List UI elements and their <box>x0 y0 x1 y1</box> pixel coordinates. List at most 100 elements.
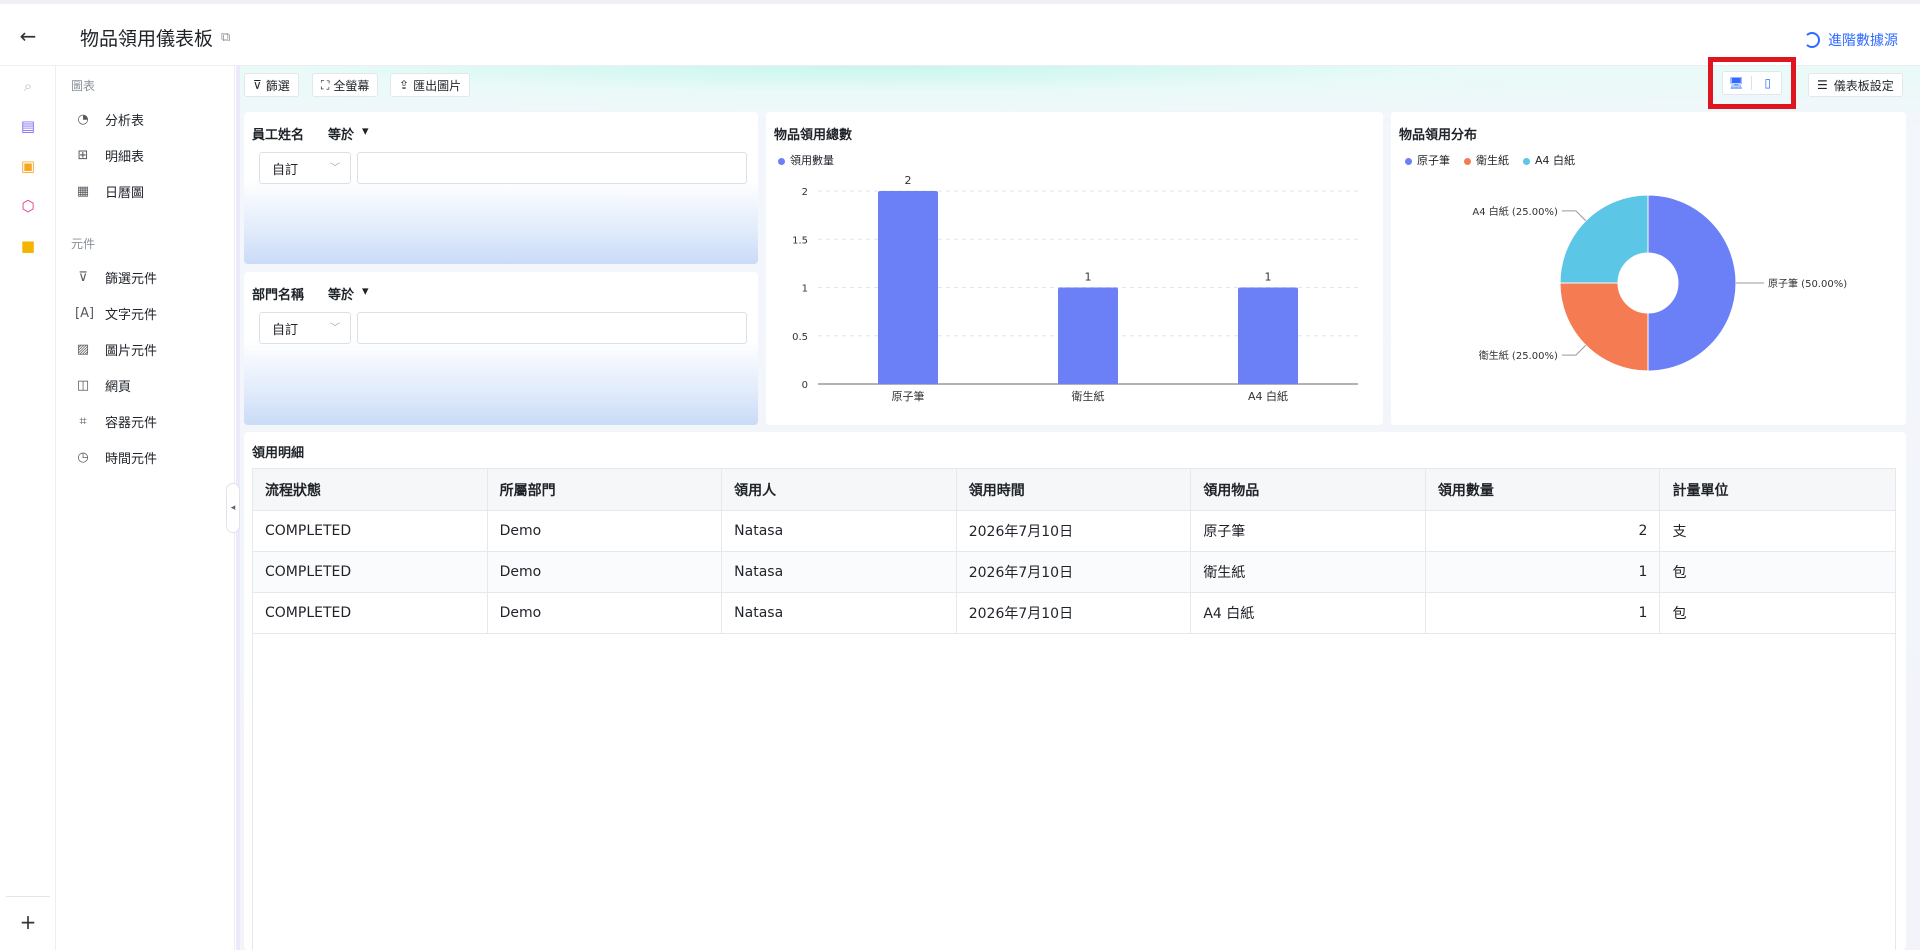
y-tick-label: 2 <box>802 187 808 198</box>
table-icon[interactable]: ▤ <box>18 116 38 136</box>
back-arrow-icon[interactable]: ← <box>14 24 42 48</box>
collapse-panel-handle[interactable]: ◂ <box>226 483 240 533</box>
y-tick-label: 1.5 <box>792 235 808 246</box>
side-item-image-component[interactable]: ▨ 圖片元件 <box>75 340 157 359</box>
column-header[interactable]: 領用數量 <box>1426 469 1661 510</box>
table-cell: 原子筆 <box>1191 511 1426 551</box>
side-item-detail-table[interactable]: ⊞ 明細表 <box>75 146 144 165</box>
settings-sliders-icon: ☰ <box>1817 78 1828 92</box>
employee-name-input[interactable] <box>357 152 747 184</box>
table-row[interactable]: COMPLETED Demo Natasa 2026年7月10日 A4 白紙 1… <box>253 593 1895 634</box>
cube-icon[interactable]: ⬡ <box>18 196 38 216</box>
table-title: 領用明細 <box>252 446 305 461</box>
table-cell: 2026年7月10日 <box>957 552 1192 592</box>
container-icon: ⌗ <box>79 414 87 429</box>
grid-table-icon: ⊞ <box>77 148 89 163</box>
table-cell: 1 <box>1426 593 1661 633</box>
table-cell: Demo <box>488 511 723 551</box>
pie-chart-svg: 原子筆 (50.00%) 衛生紙 (25.00%) A4 白紙 (25.00%) <box>1472 194 1847 372</box>
clock-icon: ◷ <box>77 450 89 465</box>
pie-slice[interactable] <box>1559 282 1649 372</box>
pie-slice[interactable] <box>1559 194 1649 284</box>
column-header[interactable]: 流程狀態 <box>253 469 488 510</box>
view-mode-highlight: 🖥 ▯ <box>1708 57 1796 109</box>
table-cell: Demo <box>488 552 723 592</box>
pie-leader-line <box>1561 344 1587 356</box>
filter-mode-select[interactable]: 自訂 ﹀ <box>259 152 351 184</box>
y-tick-label: 0 <box>802 380 808 391</box>
filter-operator: 等於 <box>328 128 355 143</box>
table-cell: 2026年7月10日 <box>957 593 1192 633</box>
mobile-icon[interactable]: ▯ <box>1757 74 1779 92</box>
column-header[interactable]: 領用時間 <box>957 469 1192 510</box>
column-header[interactable]: 所屬部門 <box>488 469 723 510</box>
bar-chart-card: 物品領用總數 領用數量 0 0.5 1 1.5 2 211 原子筆 衛生紙 A4 白紙 <box>766 112 1383 425</box>
data-source-icon <box>1804 32 1820 48</box>
filter-button-label: 篩選 <box>265 78 290 93</box>
column-header[interactable]: 領用物品 <box>1191 469 1426 510</box>
filter-button[interactable]: ⊽ 篩選 <box>244 73 299 97</box>
bar[interactable] <box>1058 287 1118 385</box>
advanced-data-source-link[interactable]: 進階數據源 <box>1804 30 1898 50</box>
add-icon[interactable]: + <box>18 910 38 934</box>
dashboard-icon[interactable]: ▣ <box>18 156 38 176</box>
table-cell: 1 <box>1426 552 1661 592</box>
side-item-label: 時間元件 <box>105 452 158 467</box>
filter-operator-dropdown[interactable]: 等於 ▾ <box>328 284 369 303</box>
side-item-time-component[interactable]: ◷ 時間元件 <box>75 448 157 467</box>
side-item-label: 網頁 <box>105 380 132 395</box>
y-tick-label: 1 <box>802 284 808 295</box>
y-tick-label: 0.5 <box>792 332 808 343</box>
bar[interactable] <box>878 191 938 384</box>
export-image-button[interactable]: ⇪ 匯出圖片 <box>390 73 471 97</box>
fullscreen-button[interactable]: ⛶ 全螢幕 <box>312 73 379 97</box>
canvas-glow <box>240 66 1920 112</box>
text-icon: [A] <box>75 306 95 321</box>
side-item-label: 分析表 <box>105 114 145 129</box>
caret-down-icon: ▾ <box>362 284 369 299</box>
side-item-label: 明細表 <box>105 150 145 165</box>
table-cell: 支 <box>1672 524 1687 540</box>
dashboard-settings-label: 儀表板設定 <box>1833 78 1894 93</box>
filter-operator-dropdown[interactable]: 等於 ▾ <box>328 124 369 143</box>
side-item-text-component[interactable]: [A] 文字元件 <box>75 304 157 323</box>
table-cell: 2026年7月10日 <box>957 511 1192 551</box>
side-item-label: 文字元件 <box>105 308 158 323</box>
filter-icon: ⊽ <box>78 270 88 285</box>
calendar-icon: ▦ <box>76 184 90 199</box>
filter-icon: ⊽ <box>253 78 262 92</box>
x-tick-label: 原子筆 <box>892 389 925 403</box>
table-cell: Natasa <box>722 511 957 551</box>
filter-mode-value: 自訂 <box>272 163 299 178</box>
dashboard-settings-button[interactable]: ☰ 儀表板設定 <box>1808 73 1903 97</box>
side-item-calendar[interactable]: ▦ 日曆圖 <box>75 182 144 201</box>
fullscreen-button-label: 全螢幕 <box>333 78 370 93</box>
filter-mode-select[interactable]: 自訂 ﹀ <box>259 312 351 344</box>
department-filter-card: 部門名稱 等於 ▾ 自訂 ﹀ <box>244 272 758 425</box>
toggle-divider <box>1751 76 1753 90</box>
x-tick-label: 衛生紙 <box>1072 389 1105 403</box>
bar[interactable] <box>1238 287 1298 385</box>
table-row[interactable]: COMPLETED Demo Natasa 2026年7月10日 衛生紙 1 包 <box>253 552 1895 593</box>
pie-slice[interactable] <box>1647 194 1737 372</box>
bar-chart-svg: 0 0.5 1 1.5 2 2 1 1 原子筆 衛生紙 A4 白紙 <box>792 174 1358 403</box>
employee-filter-card: 員工姓名 等於 ▾ 自訂 ﹀ <box>244 112 758 264</box>
desktop-icon[interactable]: 🖥 <box>1725 74 1747 92</box>
folder-icon[interactable]: ■ <box>18 236 38 256</box>
department-name-input[interactable] <box>357 312 747 344</box>
detail-table-card: 領用明細 流程狀態 所屬部門 領用人 領用時間 領用物品 領用數量 計量單位 C… <box>244 432 1906 950</box>
pie-chart-card: 物品領用分布 原子筆 衛生紙 A4 白紙 原子筆 (50.00%) 衛生紙 (25… <box>1391 112 1906 425</box>
side-item-container-component[interactable]: ⌗ 容器元件 <box>75 412 157 431</box>
side-item-filter-component[interactable]: ⊽ 篩選元件 <box>75 268 157 287</box>
side-item-label: 篩選元件 <box>105 272 158 287</box>
table-cell: Natasa <box>722 593 957 633</box>
column-header[interactable]: 計量單位 <box>1660 469 1895 510</box>
external-link-icon[interactable]: ⧉ <box>221 30 230 45</box>
column-header[interactable]: 領用人 <box>722 469 957 510</box>
table-cell: A4 白紙 <box>1191 593 1426 633</box>
search-icon[interactable]: ⌕ <box>18 76 38 96</box>
table-row[interactable]: COMPLETED Demo Natasa 2026年7月10日 原子筆 2 支 <box>253 511 1895 552</box>
side-item-analysis-table[interactable]: ◔ 分析表 <box>75 110 144 129</box>
side-item-webpage[interactable]: ◫ 網頁 <box>75 376 131 395</box>
advanced-data-source-label: 進階數據源 <box>1828 33 1898 49</box>
